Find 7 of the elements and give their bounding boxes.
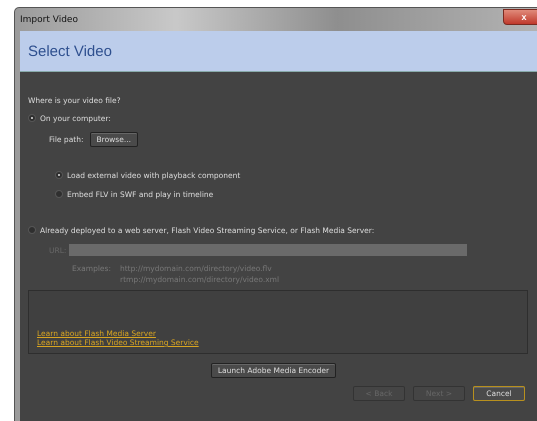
radio-button[interactable] <box>55 171 63 179</box>
radio-button[interactable] <box>28 226 36 234</box>
radio-button[interactable] <box>55 190 63 198</box>
radio-button[interactable] <box>28 114 36 122</box>
header-title: Select Video <box>28 42 112 60</box>
close-button[interactable]: x <box>503 8 537 24</box>
window-title: Import Video <box>20 14 78 24</box>
